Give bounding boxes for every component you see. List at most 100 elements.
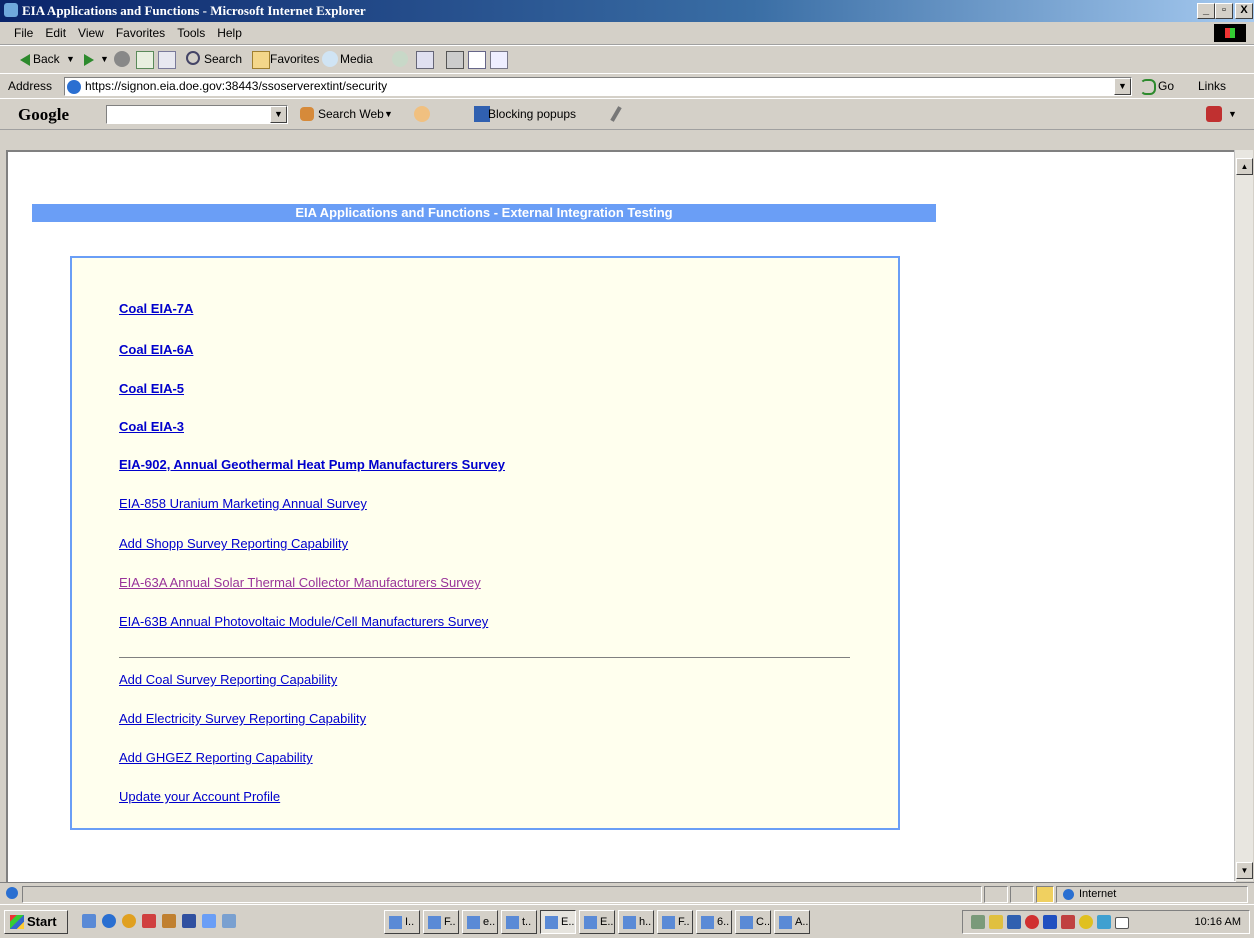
status-text-pane <box>22 886 982 903</box>
link-add-ghgez[interactable]: Add GHGEZ Reporting Capability <box>119 750 313 765</box>
tray-icon-6[interactable] <box>1079 915 1093 929</box>
page-title: EIA Applications and Functions - Externa… <box>32 204 936 222</box>
edit-icon[interactable] <box>468 51 486 69</box>
windows-logo-icon <box>1214 24 1246 42</box>
status-bar: Internet <box>0 882 1254 905</box>
menu-edit[interactable]: Edit <box>39 22 72 40</box>
link-coal-eia-6a[interactable]: Coal EIA-6A <box>119 342 193 357</box>
mail-icon[interactable] <box>416 51 434 69</box>
link-eia-63a[interactable]: EIA-63A Annual Solar Thermal Collector M… <box>119 575 481 590</box>
app-quicklaunch-icon-2[interactable] <box>142 914 156 928</box>
show-desktop-icon[interactable] <box>82 914 96 928</box>
search-web-icon <box>300 107 314 121</box>
taskbar-button[interactable]: I.. <box>384 910 420 934</box>
address-bar: Address https://signon.eia.doe.gov:38443… <box>0 73 1254 99</box>
maximize-button[interactable]: ▫ <box>1215 3 1233 19</box>
tray-icon-5[interactable] <box>1061 915 1075 929</box>
tray-icon-1[interactable] <box>989 915 1003 929</box>
google-logo[interactable]: Google <box>18 105 69 125</box>
scroll-down-icon[interactable]: ▼ <box>1236 862 1253 879</box>
vertical-scrollbar[interactable]: ▲ ▼ <box>1234 150 1253 881</box>
link-coal-eia-7a[interactable]: Coal EIA-7A <box>119 301 193 316</box>
back-arrow-icon <box>20 54 30 66</box>
print-icon[interactable] <box>446 51 464 69</box>
link-add-shopp[interactable]: Add Shopp Survey Reporting Capability <box>119 536 348 551</box>
link-eia-858[interactable]: EIA-858 Uranium Marketing Annual Survey <box>119 496 367 511</box>
blocking-popups-button[interactable]: Blocking popups <box>488 107 576 121</box>
back-button[interactable]: Back <box>33 52 60 66</box>
menu-view[interactable]: View <box>72 22 110 40</box>
volume-icon[interactable] <box>971 915 985 929</box>
menu-file[interactable]: File <box>8 22 39 40</box>
zone-label: Internet <box>1079 888 1117 900</box>
ie-quicklaunch-icon[interactable] <box>102 914 116 928</box>
taskbar-button[interactable]: C.. <box>735 910 771 934</box>
taskbar-button[interactable]: A.. <box>774 910 810 934</box>
link-eia-902[interactable]: EIA-902, Annual Geothermal Heat Pump Man… <box>119 457 505 472</box>
close-button[interactable]: X <box>1235 3 1253 19</box>
scroll-up-icon[interactable]: ▲ <box>1236 158 1253 175</box>
discuss-icon[interactable] <box>490 51 508 69</box>
tray-icon-2[interactable] <box>1007 915 1021 929</box>
taskbar-button[interactable]: h.. <box>618 910 654 934</box>
link-coal-eia-3[interactable]: Coal EIA-3 <box>119 419 184 434</box>
history-icon[interactable] <box>392 51 408 67</box>
app-quicklaunch-icon-3[interactable] <box>162 914 176 928</box>
minimize-button[interactable]: _ <box>1197 3 1215 19</box>
link-coal-eia-5[interactable]: Coal EIA-5 <box>119 381 184 396</box>
menu-bar: File Edit View Favorites Tools Help <box>0 22 1254 45</box>
taskbar-button[interactable]: 6.. <box>696 910 732 934</box>
tray-icon-7[interactable] <box>1097 915 1111 929</box>
favorites-button[interactable]: Favorites <box>270 52 319 66</box>
links-button[interactable]: Links <box>1198 79 1226 93</box>
highlighter-icon[interactable] <box>610 106 622 122</box>
google-search-input[interactable] <box>106 105 288 124</box>
search-button[interactable]: Search <box>204 52 242 66</box>
mail-tray-icon[interactable] <box>1115 917 1129 929</box>
address-input[interactable]: https://signon.eia.doe.gov:38443/ssoserv… <box>64 77 1132 96</box>
globe-icon <box>1063 889 1074 900</box>
taskbar-button[interactable]: t.. <box>501 910 537 934</box>
taskbar-button[interactable]: F.. <box>423 910 459 934</box>
search-web-button[interactable]: Search Web <box>318 107 384 121</box>
settings-icon[interactable] <box>1206 106 1222 122</box>
menu-tools[interactable]: Tools <box>171 22 211 40</box>
menu-favorites[interactable]: Favorites <box>110 22 171 40</box>
stop-icon[interactable] <box>114 51 130 67</box>
taskbar-button-active[interactable]: E.. <box>540 910 576 934</box>
link-add-coal-survey[interactable]: Add Coal Survey Reporting Capability <box>119 672 337 687</box>
start-button[interactable]: Start <box>4 910 68 934</box>
news-icon[interactable] <box>414 106 430 122</box>
go-button[interactable]: Go <box>1158 79 1174 93</box>
tray-icon-4[interactable] <box>1043 915 1057 929</box>
taskbar-button[interactable]: F.. <box>657 910 693 934</box>
window-title: EIA Applications and Functions - Microso… <box>22 3 366 18</box>
settings-dropdown-icon[interactable]: ▼ <box>1228 109 1237 119</box>
refresh-icon[interactable] <box>136 51 154 69</box>
home-icon[interactable] <box>158 51 176 69</box>
app-quicklaunch-icon-5[interactable] <box>202 914 216 928</box>
link-eia-63b[interactable]: EIA-63B Annual Photovoltaic Module/Cell … <box>119 614 488 629</box>
back-dropdown-icon[interactable]: ▼ <box>66 54 75 64</box>
google-toolbar: Google ▼ Search Web ▼ Blocking popups ▼ <box>0 98 1254 130</box>
forward-button[interactable] <box>84 54 94 66</box>
clock: 10:16 AM <box>1194 916 1241 928</box>
system-tray: 10:16 AM <box>962 910 1250 934</box>
standard-toolbar: Back ▼ ▼ Search Favorites Media <box>0 45 1254 74</box>
search-web-dropdown-icon[interactable]: ▼ <box>384 109 393 119</box>
page-icon <box>67 79 81 94</box>
taskbar-button[interactable]: E.. <box>579 910 615 934</box>
taskbar-button[interactable]: e.. <box>462 910 498 934</box>
link-update-account-profile[interactable]: Update your Account Profile <box>119 789 280 804</box>
status-pane-a <box>984 886 1008 903</box>
link-add-electricity-survey[interactable]: Add Electricity Survey Reporting Capabil… <box>119 711 366 726</box>
app-quicklaunch-icon-1[interactable] <box>122 914 136 928</box>
tray-icon-3[interactable] <box>1025 915 1039 929</box>
address-dropdown-icon[interactable]: ▼ <box>1114 78 1131 95</box>
app-quicklaunch-icon-4[interactable] <box>182 914 196 928</box>
google-search-dropdown-icon[interactable]: ▼ <box>270 106 287 123</box>
forward-dropdown-icon[interactable]: ▼ <box>100 54 109 64</box>
app-quicklaunch-icon-6[interactable] <box>222 914 236 928</box>
menu-help[interactable]: Help <box>211 22 248 40</box>
media-button[interactable]: Media <box>340 52 373 66</box>
